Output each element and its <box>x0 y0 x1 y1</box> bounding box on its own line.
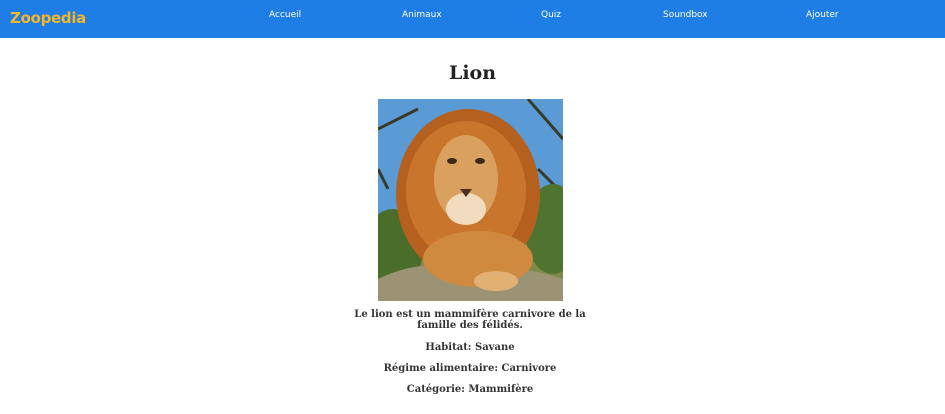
nav-link-animaux[interactable]: Animaux <box>402 10 442 20</box>
nav-link-soundbox[interactable]: Soundbox <box>663 10 708 20</box>
nav-link-quiz[interactable]: Quiz <box>541 10 561 20</box>
navbar: Zoopedia Accueil Animaux Quiz Soundbox A… <box>0 0 945 38</box>
animal-habitat: Habitat: Savane <box>425 342 515 353</box>
animal-detail: Lion Le lion est un mammifère carnivore … <box>0 38 945 395</box>
lion-photo <box>378 99 563 301</box>
nav-link-ajouter[interactable]: Ajouter <box>806 10 839 20</box>
animal-category: Catégorie: Mammifère <box>406 384 534 395</box>
animal-name: Lion <box>448 62 497 84</box>
animal-diet: Régime alimentaire: Carnivore <box>383 363 557 374</box>
nav-link-accueil[interactable]: Accueil <box>269 10 301 20</box>
animal-description: Le lion est un mammifère carnivore de la… <box>354 309 586 331</box>
site-logo[interactable]: Zoopedia <box>10 9 86 27</box>
